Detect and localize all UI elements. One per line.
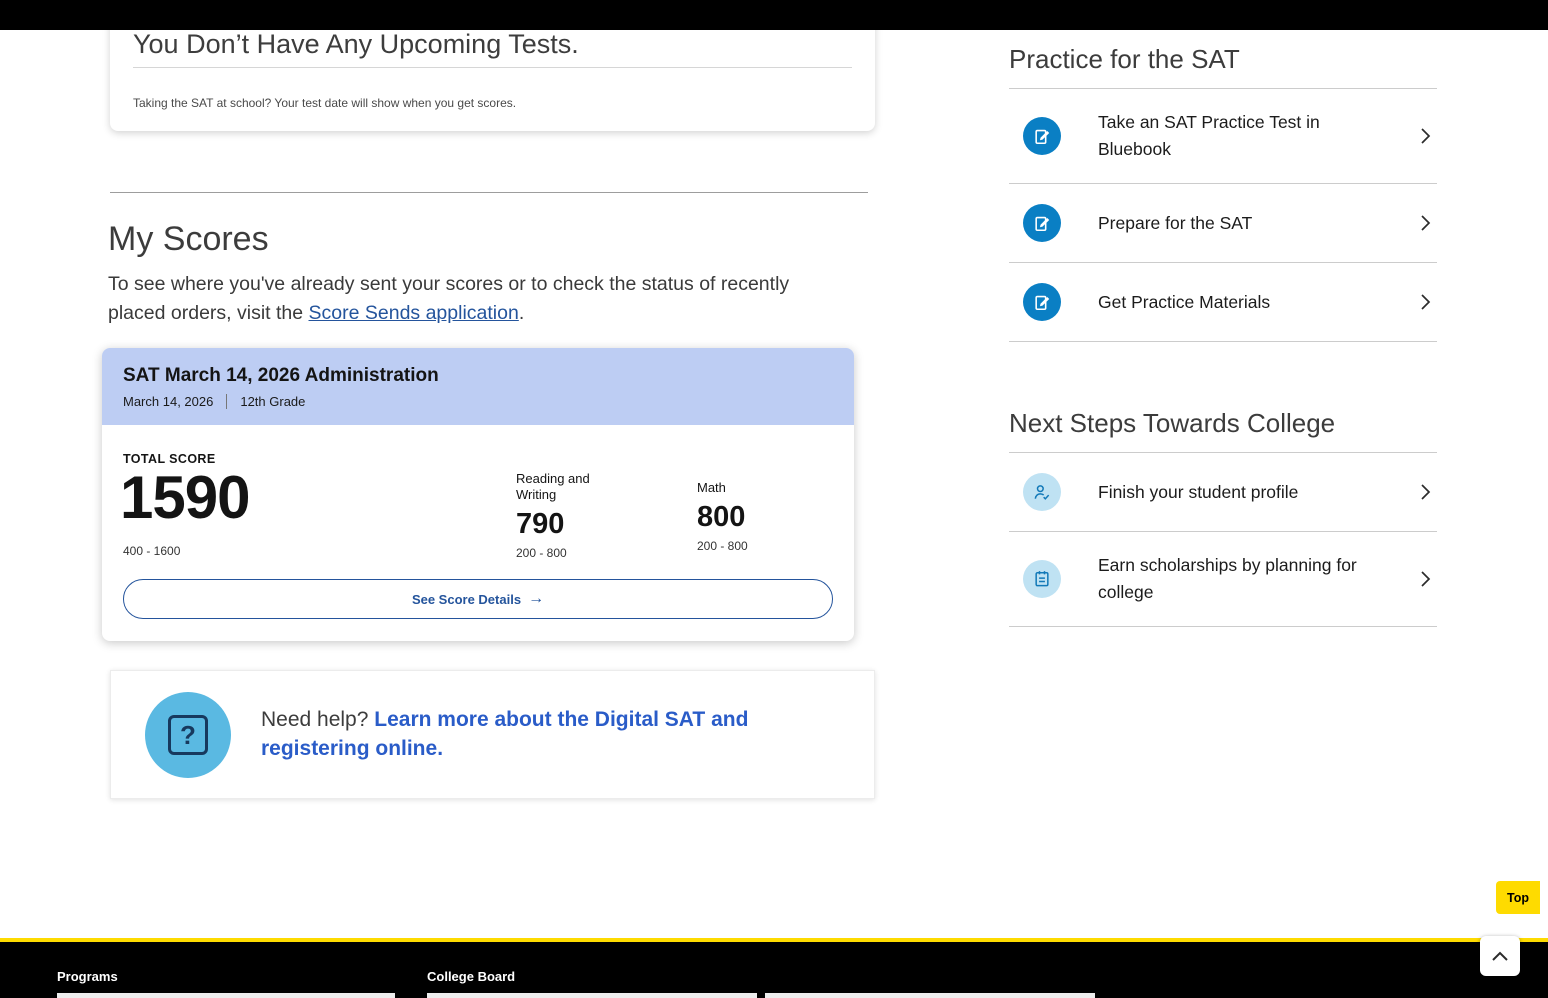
chevron-right-icon	[1420, 214, 1431, 232]
upcoming-tests-note: Taking the SAT at school? Your test date…	[133, 96, 852, 110]
sidebar-item-student-profile[interactable]: Finish your student profile	[1009, 453, 1437, 532]
math-value: 800	[697, 501, 797, 534]
next-steps-heading: Next Steps Towards College	[1009, 408, 1437, 453]
chevron-right-icon	[1420, 483, 1431, 501]
math-label: Math	[697, 480, 797, 496]
sidebar-item-label: Finish your student profile	[1098, 479, 1298, 506]
help-card: ? Need help? Learn more about the Digita…	[110, 670, 875, 799]
math-range: 200 - 800	[697, 539, 797, 553]
sidebar-item-prepare-sat[interactable]: Prepare for the SAT	[1009, 184, 1437, 263]
sidebar-item-scholarships[interactable]: Earn scholarships by planning for colleg…	[1009, 532, 1437, 627]
chevron-right-icon	[1420, 127, 1431, 145]
reading-writing-range: 200 - 800	[516, 546, 616, 560]
score-card-header: SAT March 14, 2026 Administration March …	[102, 348, 854, 425]
reading-writing-score: Reading and Writing 790 200 - 800	[516, 471, 616, 560]
see-score-details-button[interactable]: See Score Details →	[123, 579, 833, 619]
footer: Programs College Board	[0, 942, 1548, 998]
back-to-top-button[interactable]: Top	[1496, 881, 1540, 914]
score-sends-link[interactable]: Score Sends application	[309, 302, 519, 324]
grade-level: 12th Grade	[240, 394, 305, 409]
mysat-scores-page: You Don’t Have Any Upcoming Tests. Takin…	[0, 0, 1548, 998]
scroll-to-top-button[interactable]	[1480, 936, 1520, 976]
sidebar-item-label: Take an SAT Practice Test in Bluebook	[1098, 109, 1363, 163]
chevron-right-icon	[1420, 293, 1431, 311]
my-scores-heading: My Scores	[108, 220, 269, 259]
description-period: .	[519, 302, 524, 324]
help-prefix: Need help?	[261, 708, 374, 731]
scholarships-planner-icon	[1023, 560, 1061, 598]
arrow-right-icon: →	[528, 590, 544, 608]
sidebar-item-label: Get Practice Materials	[1098, 289, 1270, 316]
test-date: March 14, 2026	[123, 394, 213, 409]
sidebar: Practice for the SAT Take an SAT Practic…	[1009, 44, 1437, 627]
practice-test-icon	[1023, 117, 1061, 155]
footer-strip	[57, 993, 395, 998]
yellow-divider	[0, 938, 1548, 942]
footer-strip	[765, 993, 1095, 998]
sidebar-item-practice-materials[interactable]: Get Practice Materials	[1009, 263, 1437, 342]
help-text: Need help? Learn more about the Digital …	[261, 705, 786, 763]
question-mark-icon: ?	[145, 692, 231, 778]
reading-writing-value: 790	[516, 508, 616, 541]
question-glyph: ?	[168, 715, 208, 755]
total-score-value: 1590	[120, 467, 249, 528]
practice-materials-icon	[1023, 283, 1061, 321]
score-card-body: TOTAL SCORE 1590 400 - 1600 Reading and …	[102, 425, 854, 641]
score-card-title: SAT March 14, 2026 Administration	[123, 365, 833, 387]
section-divider	[110, 192, 868, 193]
prepare-sat-icon	[1023, 204, 1061, 242]
footer-column-programs: Programs	[57, 969, 118, 984]
math-score: Math 800 200 - 800	[697, 480, 797, 553]
see-score-details-label: See Score Details	[412, 592, 521, 607]
total-score-range: 400 - 1600	[123, 544, 180, 558]
meta-separator	[226, 394, 227, 409]
sidebar-item-practice-test-bluebook[interactable]: Take an SAT Practice Test in Bluebook	[1009, 89, 1437, 184]
footer-column-college-board: College Board	[427, 969, 515, 984]
reading-writing-label: Reading and Writing	[516, 471, 616, 503]
footer-strip	[427, 993, 757, 998]
sidebar-spacer	[1009, 342, 1437, 408]
sidebar-item-label: Prepare for the SAT	[1098, 210, 1252, 237]
student-profile-icon	[1023, 473, 1061, 511]
sidebar-item-label: Earn scholarships by planning for colleg…	[1098, 552, 1363, 606]
upcoming-tests-title: You Don’t Have Any Upcoming Tests.	[133, 28, 852, 61]
chevron-up-icon	[1490, 949, 1510, 963]
practice-heading: Practice for the SAT	[1009, 44, 1437, 89]
top-banner	[0, 0, 1548, 30]
upcoming-card-divider	[133, 67, 852, 68]
score-card-meta: March 14, 2026 12th Grade	[123, 394, 833, 409]
score-card: SAT March 14, 2026 Administration March …	[102, 348, 854, 641]
chevron-right-icon	[1420, 570, 1431, 588]
my-scores-description: To see where you've already sent your sc…	[108, 270, 820, 328]
